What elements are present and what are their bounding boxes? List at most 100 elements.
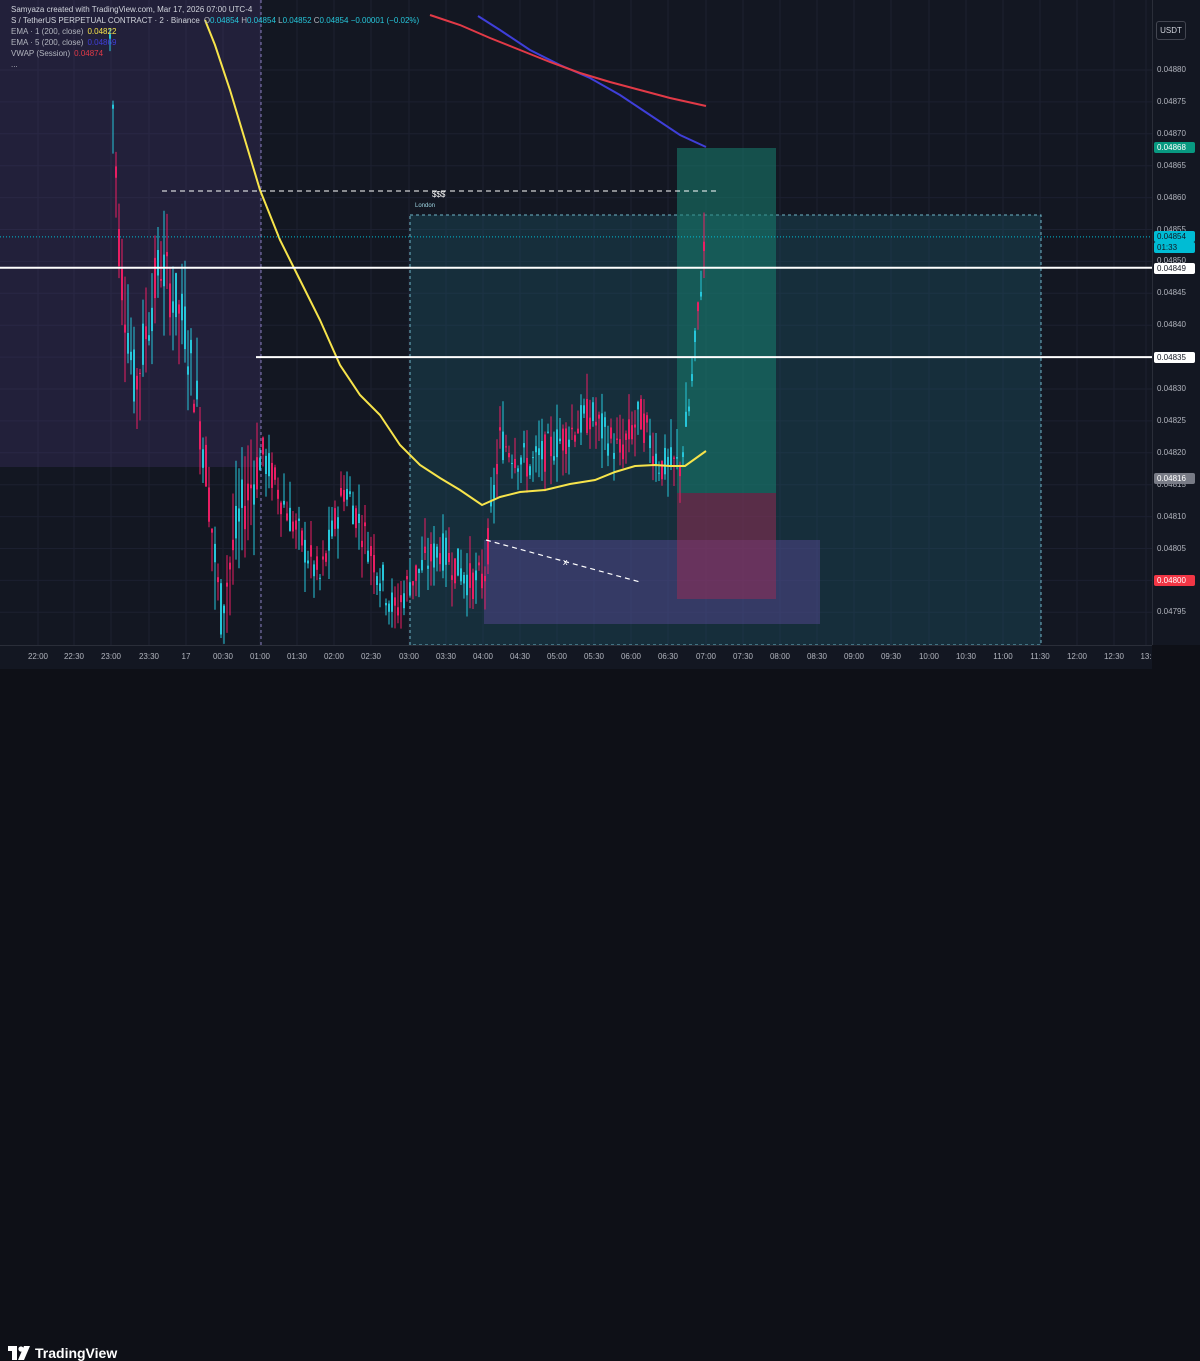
candle-body (685, 411, 687, 427)
candle-body (547, 431, 549, 433)
candle-body (250, 484, 252, 489)
candle-body (607, 443, 609, 456)
time-tick-label: 05:00 (546, 652, 568, 661)
time-tick-label: 09:00 (843, 652, 865, 661)
price-axis[interactable]: 0.04880 0.04875 0.04870 0.04865 0.04860 0.048… (1152, 0, 1200, 645)
candle-body (694, 330, 696, 343)
time-tick-label: 17 (181, 652, 191, 661)
candle-body (553, 456, 555, 461)
candle-body (571, 427, 573, 430)
candle-body (622, 444, 624, 460)
time-tick-label: 01:00 (249, 652, 271, 661)
candle-body (340, 487, 342, 496)
candle-body (619, 439, 621, 453)
candle-body (229, 562, 231, 570)
candle-body (214, 543, 216, 563)
candle-body (664, 447, 666, 475)
candle-body (259, 457, 261, 471)
candle-body (364, 522, 366, 527)
candle-body (181, 293, 183, 321)
candle-body (385, 602, 387, 606)
time-tick-label: 04:30 (509, 652, 531, 661)
price-tick-label: 0.04805 (1157, 543, 1186, 553)
legend-ema1[interactable]: EMA · 1 (200, close) 0.04822 (11, 26, 419, 37)
candle-body (430, 544, 432, 562)
candle-body (328, 529, 330, 551)
candle-body (448, 552, 450, 563)
price-chart[interactable]: $$$ London x (0, 0, 1152, 645)
candle-body (256, 457, 258, 490)
candle-body (691, 374, 693, 381)
candle-body (433, 543, 435, 568)
candle-body (631, 425, 633, 440)
candle-body (439, 553, 441, 565)
ohlc-row: S / TetherUS PERPETUAL CONTRACT · 2 · Bi… (11, 15, 419, 26)
time-axis[interactable]: 22:00 22:30 23:00 23:30 17 00:30 01:00 01:30 02:… (0, 645, 1152, 669)
tradingview-logo[interactable]: TradingView (8, 1345, 117, 1361)
time-tick-label: 05:30 (583, 652, 605, 661)
candle-body (565, 428, 567, 454)
candle-body (310, 545, 312, 557)
chart-area[interactable]: $$$ London x Samyaza created with TradingV… (0, 0, 1152, 645)
time-tick-label: 23:30 (138, 652, 160, 661)
candle-body (175, 273, 177, 318)
last-price-badge: 0.04854 (1154, 230, 1195, 242)
candle-body (544, 434, 546, 472)
candle-body (661, 460, 663, 480)
candle-body (361, 540, 363, 548)
symbol-name[interactable]: S / TetherUS PERPETUAL CONTRACT · 2 · Bi… (11, 15, 200, 26)
currency-button[interactable]: USDT (1156, 21, 1186, 40)
candle-body (610, 427, 612, 439)
candle-body (577, 428, 579, 434)
level-lower-badge: 0.04835 (1154, 352, 1195, 364)
open-value: 0.04854 (210, 16, 239, 25)
candle-body (247, 483, 249, 501)
time-tick-label: 23:00 (100, 652, 122, 661)
stop-price-badge: 0.04800 (1154, 575, 1195, 587)
candle-body (397, 607, 399, 616)
candle-body (451, 575, 453, 580)
candle-body (127, 333, 129, 354)
candle-body (112, 104, 114, 109)
candle-body (262, 437, 264, 455)
session-label: London (415, 203, 435, 209)
legend-ema5-label: EMA · 5 (200, close) (11, 38, 84, 47)
candle-body (703, 241, 705, 252)
candle-body (505, 446, 507, 448)
candle-body (598, 414, 600, 419)
candle-body (238, 508, 240, 522)
candle-body (391, 592, 393, 612)
ema5-line (477, 15, 707, 148)
legend-more[interactable]: ... (11, 59, 419, 70)
candle-body (466, 574, 468, 596)
candle-body (601, 413, 603, 439)
time-tick-label: 03:30 (435, 652, 457, 661)
candle-body (286, 513, 288, 521)
candle-body (463, 575, 465, 584)
candle-body (658, 472, 660, 474)
candle-body (139, 372, 141, 374)
legend-vwap[interactable]: VWAP (Session) 0.04874 (11, 48, 419, 59)
candle-body (154, 257, 156, 299)
candle-body (697, 302, 699, 312)
candle-body (145, 326, 147, 340)
time-tick-label: 02:30 (360, 652, 382, 661)
candle-body (160, 279, 162, 281)
candle-body (166, 252, 168, 257)
change-value: −0.00001 (−0.02%) (350, 16, 420, 25)
candle-body (196, 380, 198, 400)
candle-body (211, 528, 213, 533)
legend-ema5-value: 0.04869 (87, 38, 117, 47)
legend-ema1-label: EMA · 1 (200, close) (11, 27, 84, 36)
time-tick-label: 22:30 (63, 652, 85, 661)
price-tick-label: 0.04865 (1157, 160, 1186, 170)
candle-body (442, 533, 444, 571)
candle-body (265, 455, 267, 475)
candle-body (193, 403, 195, 413)
legend-ema5[interactable]: EMA · 5 (200, close) 0.04869 (11, 37, 419, 48)
candle-body (244, 505, 246, 530)
close-value: 0.04854 (319, 16, 349, 25)
high-value: 0.04854 (246, 16, 276, 25)
candle-body (268, 453, 270, 477)
candle-body (301, 530, 303, 546)
